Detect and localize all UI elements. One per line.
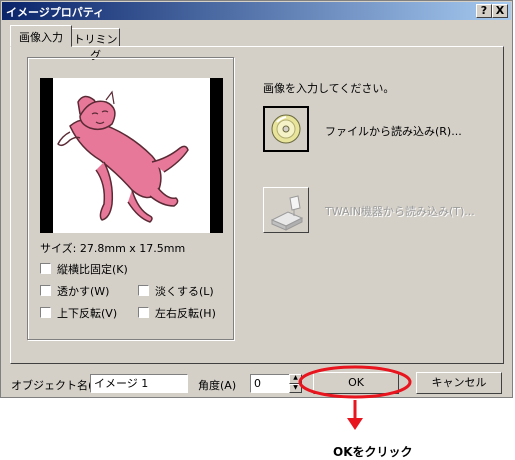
window-title: イメージプロパティ bbox=[6, 6, 105, 19]
annotation-text: OKをクリック bbox=[333, 445, 413, 459]
tab-panel bbox=[10, 46, 504, 364]
title-bar[interactable]: イメージプロパティ ? X bbox=[2, 2, 511, 20]
angle-down-button[interactable]: ▼ bbox=[289, 384, 302, 393]
angle-up-button[interactable]: ▲ bbox=[289, 374, 302, 384]
help-button[interactable]: ? bbox=[476, 4, 492, 18]
tab-trimming[interactable]: トリミング bbox=[71, 28, 120, 62]
ok-button[interactable]: OK bbox=[313, 372, 399, 394]
angle-input[interactable]: 0 bbox=[250, 374, 290, 393]
object-name-input[interactable]: イメージ 1 bbox=[90, 374, 188, 393]
tab-image-input-label: 画像入力 bbox=[19, 31, 63, 44]
image-properties-dialog: イメージプロパティ ? X 画像入力 トリミング bbox=[0, 0, 513, 398]
close-button[interactable]: X bbox=[492, 4, 508, 18]
cancel-button[interactable]: キャンセル bbox=[416, 372, 502, 394]
tab-image-input[interactable]: 画像入力 bbox=[10, 25, 72, 47]
angle-label: 角度(A) bbox=[198, 379, 237, 392]
annotation-arrow-head bbox=[347, 418, 363, 430]
